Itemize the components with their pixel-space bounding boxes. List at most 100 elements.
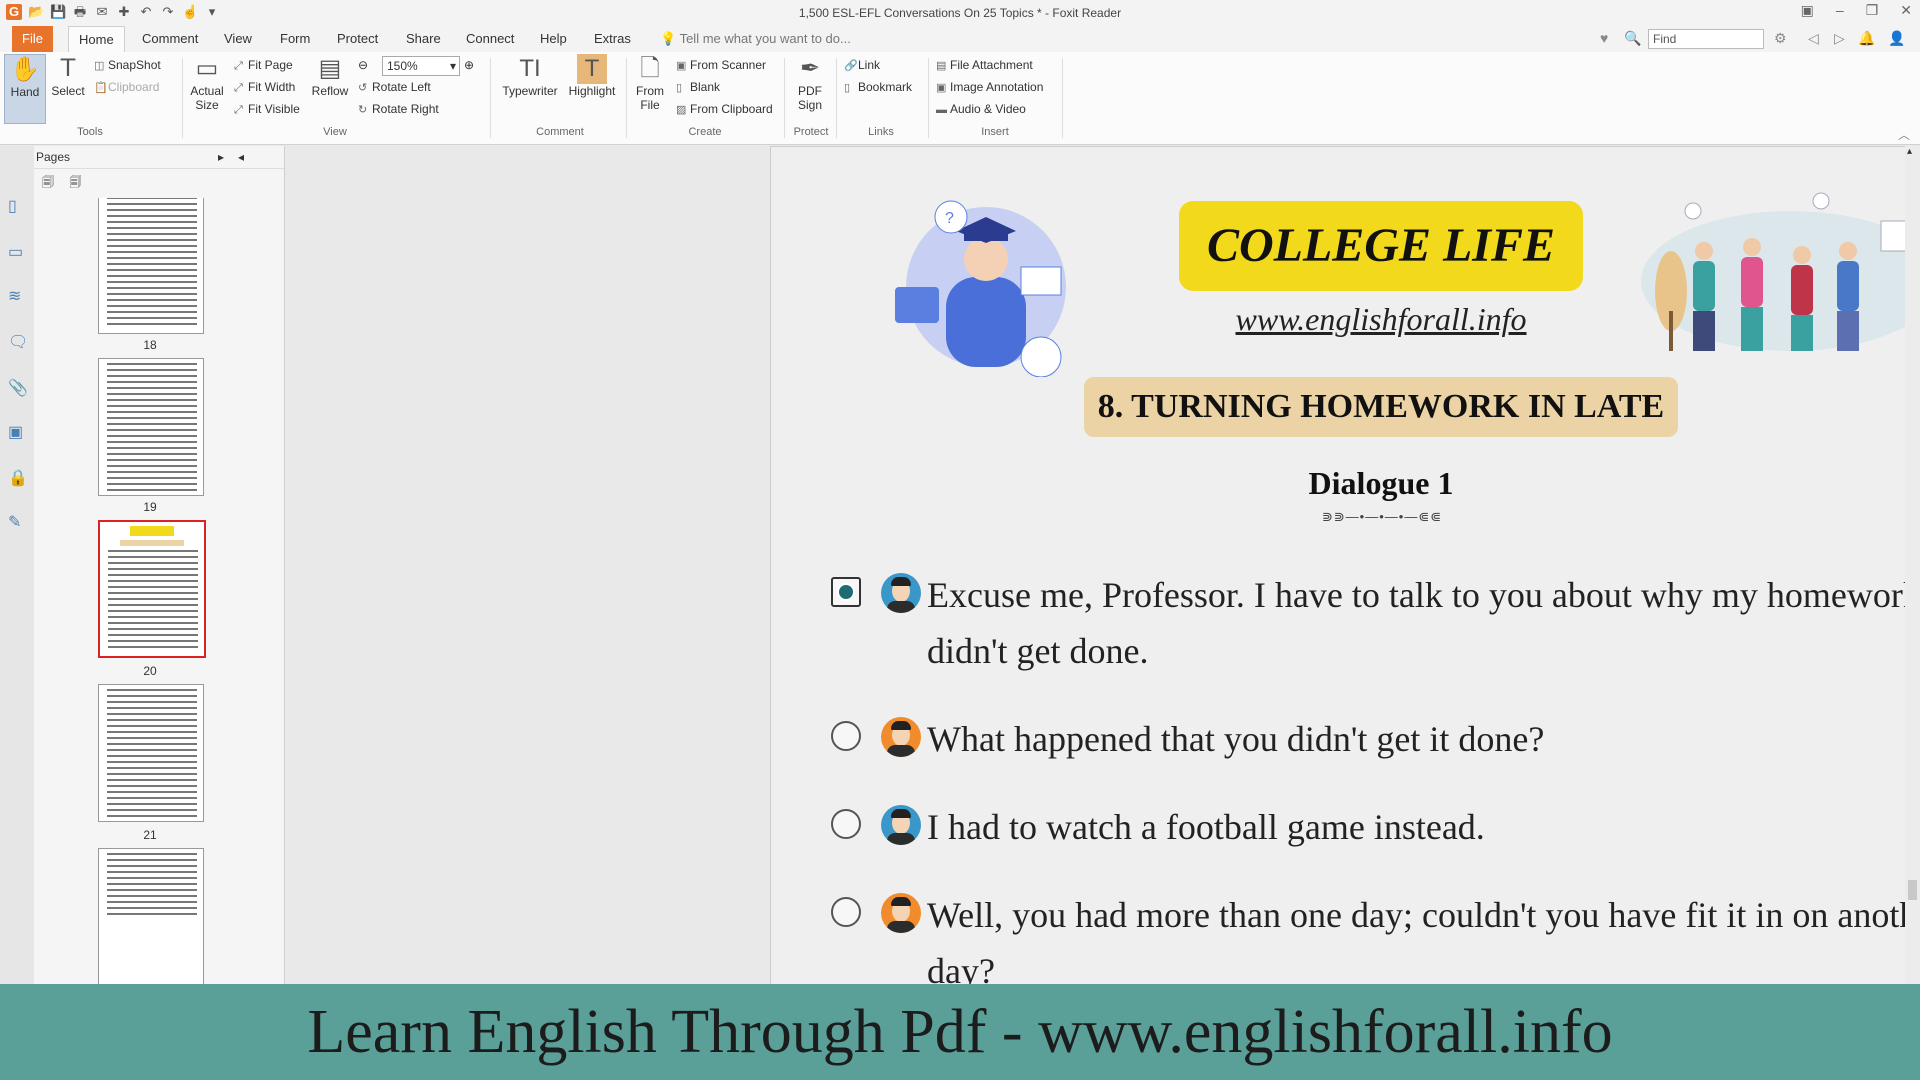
pages-icon[interactable]: ▯ bbox=[8, 196, 17, 216]
attachments-icon[interactable]: 📎 bbox=[8, 378, 28, 398]
hand-button[interactable]: ✋ Hand bbox=[4, 54, 46, 124]
snapshot-label: SnapShot bbox=[108, 58, 161, 72]
find-folder-icon[interactable]: 🔍 bbox=[1624, 30, 1641, 47]
page-options-icon[interactable]: 🗐 bbox=[42, 175, 54, 189]
tab-view[interactable]: View bbox=[214, 26, 262, 52]
zoom-value: 150% bbox=[387, 59, 418, 73]
typewriter-button[interactable]: TI Typewriter bbox=[498, 54, 562, 98]
zoom-in-icon[interactable]: ⊕ bbox=[464, 58, 474, 72]
page-thumbnail-19[interactable] bbox=[98, 358, 204, 496]
collapse-ribbon-icon[interactable]: ︿ bbox=[1898, 126, 1910, 143]
fit-width-icon: ⤢ bbox=[234, 82, 243, 94]
close-icon[interactable]: ✕ bbox=[1900, 2, 1912, 19]
tab-comment[interactable]: Comment bbox=[132, 26, 208, 52]
reflow-button[interactable]: ▤ Reflow bbox=[310, 54, 350, 98]
image-annotation-label: Image Annotation bbox=[950, 80, 1044, 94]
female-speaker-avatar bbox=[881, 717, 921, 757]
layers-icon[interactable]: ≋ bbox=[8, 286, 21, 306]
image-icon: ▣ bbox=[936, 82, 947, 94]
find-input[interactable]: Find bbox=[1648, 29, 1764, 49]
tab-connect[interactable]: Connect bbox=[456, 26, 524, 52]
pdf-sign-label-1: PDF bbox=[798, 84, 822, 98]
lock-icon[interactable]: 🔒 bbox=[8, 468, 28, 488]
gear-icon[interactable]: ⚙ bbox=[1774, 30, 1787, 47]
zoom-out-icon[interactable]: ⊖ bbox=[358, 58, 368, 72]
image-annotation-button[interactable]: ▣ Image Annotation bbox=[936, 80, 1043, 94]
website-link[interactable]: www.englishforall.info bbox=[1131, 301, 1631, 338]
scrollbar-thumb[interactable] bbox=[1908, 880, 1917, 900]
students-illustration bbox=[1641, 192, 1920, 351]
signatures-icon[interactable]: ▣ bbox=[8, 422, 23, 442]
pages-panel-title: Pages bbox=[36, 150, 71, 164]
highlight-button[interactable]: T Highlight bbox=[566, 54, 618, 98]
tab-share[interactable]: Share bbox=[396, 26, 451, 52]
select-button[interactable]: Ｔ Select bbox=[48, 54, 88, 98]
tell-me-text: Tell me what you want to do... bbox=[679, 31, 851, 46]
link-button[interactable]: 🔗Link bbox=[844, 58, 880, 72]
page-thumbnail-22[interactable] bbox=[98, 848, 204, 984]
link-label: Link bbox=[858, 58, 881, 72]
page-thumbnail-18[interactable] bbox=[98, 198, 204, 334]
page-insert-icon[interactable]: 🗐 bbox=[69, 175, 81, 189]
prev-result-icon[interactable]: ◁ bbox=[1808, 30, 1819, 47]
typewriter-label: Typewriter bbox=[502, 84, 558, 98]
from-scanner-label: From Scanner bbox=[690, 58, 767, 72]
user-icon[interactable]: 👤 bbox=[1888, 30, 1905, 47]
page-thumbnail-20[interactable] bbox=[98, 520, 206, 658]
pdf-sign-button[interactable]: ✒ PDF Sign bbox=[790, 54, 830, 112]
clipboard-button[interactable]: 📋Clipboard bbox=[94, 80, 159, 94]
fit-page-button[interactable]: ⤢ Fit Page bbox=[234, 58, 293, 73]
notification-icon[interactable]: 🔔 bbox=[1858, 30, 1875, 47]
fit-width-button[interactable]: ⤢ Fit Width bbox=[234, 80, 295, 95]
tab-form[interactable]: Form bbox=[270, 26, 320, 52]
tab-protect[interactable]: Protect bbox=[327, 26, 388, 52]
audio-play-button[interactable] bbox=[831, 897, 861, 927]
actual-size-button[interactable]: ▭ Actual Size bbox=[188, 54, 226, 112]
audio-play-button[interactable] bbox=[831, 809, 861, 839]
blank-button[interactable]: ▯ Blank bbox=[676, 80, 720, 94]
group-protect: Protect bbox=[793, 126, 829, 138]
from-clipboard-button[interactable]: ▨ From Clipboard bbox=[676, 102, 773, 116]
ribbon-options-icon[interactable]: ▣ bbox=[1801, 2, 1814, 19]
restore-icon[interactable]: ❐ bbox=[1866, 2, 1879, 19]
select-text-icon: Ｔ bbox=[56, 55, 80, 82]
rotate-left-button[interactable]: ↺ Rotate Left bbox=[358, 80, 431, 94]
audio-video-button[interactable]: ▬ Audio & Video bbox=[936, 102, 1026, 116]
audio-play-button[interactable] bbox=[831, 577, 861, 607]
panel-options-icon[interactable]: ▸ bbox=[218, 146, 224, 168]
document-area[interactable]: ? COLLEGE LIFE www.englishforall.info 8.… bbox=[285, 146, 1920, 986]
snapshot-button[interactable]: ◫ SnapShot bbox=[94, 58, 161, 72]
comments-icon[interactable]: 🗨 bbox=[8, 332, 28, 352]
link-icon: 🔗 bbox=[844, 60, 858, 72]
audio-play-button[interactable] bbox=[831, 721, 861, 751]
from-file-button[interactable]: 🗋 From File bbox=[632, 54, 668, 112]
bookmarks-icon[interactable]: ▭ bbox=[8, 242, 23, 262]
collapse-panel-icon[interactable]: ◂ bbox=[238, 146, 244, 168]
ornament-divider: ⋑⋑—•—•—•—⋐⋐ bbox=[1321, 509, 1443, 524]
tab-home[interactable]: Home bbox=[68, 26, 125, 53]
next-result-icon[interactable]: ▷ bbox=[1834, 30, 1845, 47]
document-scrollbar[interactable]: ▴ bbox=[1905, 146, 1920, 984]
file-attachment-button[interactable]: ▤ File Attachment bbox=[936, 58, 1033, 72]
typewriter-icon: TI bbox=[519, 55, 541, 82]
tell-me-box[interactable]: 💡 Tell me what you want to do... bbox=[660, 26, 851, 52]
page-thumbnail-21[interactable] bbox=[98, 684, 204, 822]
rotate-right-button[interactable]: ↻ Rotate Right bbox=[358, 102, 439, 116]
minimize-icon[interactable]: – bbox=[1836, 2, 1844, 19]
tab-help[interactable]: Help bbox=[530, 26, 577, 52]
page-heading: COLLEGE LIFE bbox=[1179, 201, 1583, 291]
from-scanner-button[interactable]: ▣ From Scanner bbox=[676, 58, 766, 72]
heart-icon[interactable]: ♥ bbox=[1600, 30, 1608, 46]
fit-width-label: Fit Width bbox=[248, 80, 296, 94]
scroll-up-icon[interactable]: ▴ bbox=[1907, 146, 1912, 157]
topic-title: 8. TURNING HOMEWORK IN LATE bbox=[1084, 377, 1678, 437]
tab-file[interactable]: File bbox=[12, 26, 53, 52]
pen-icon: ✒ bbox=[799, 55, 821, 82]
tab-extras[interactable]: Extras bbox=[584, 26, 641, 52]
fit-visible-button[interactable]: ⤢ Fit Visible bbox=[234, 102, 300, 117]
zoom-select[interactable]: 150% ▾ bbox=[382, 56, 460, 76]
bookmark-label: Bookmark bbox=[858, 80, 913, 94]
edit-tool-icon[interactable]: ✎ bbox=[8, 512, 21, 532]
pdf-sign-label-2: Sign bbox=[797, 98, 823, 112]
bookmark-button[interactable]: ▯ Bookmark bbox=[844, 80, 912, 94]
